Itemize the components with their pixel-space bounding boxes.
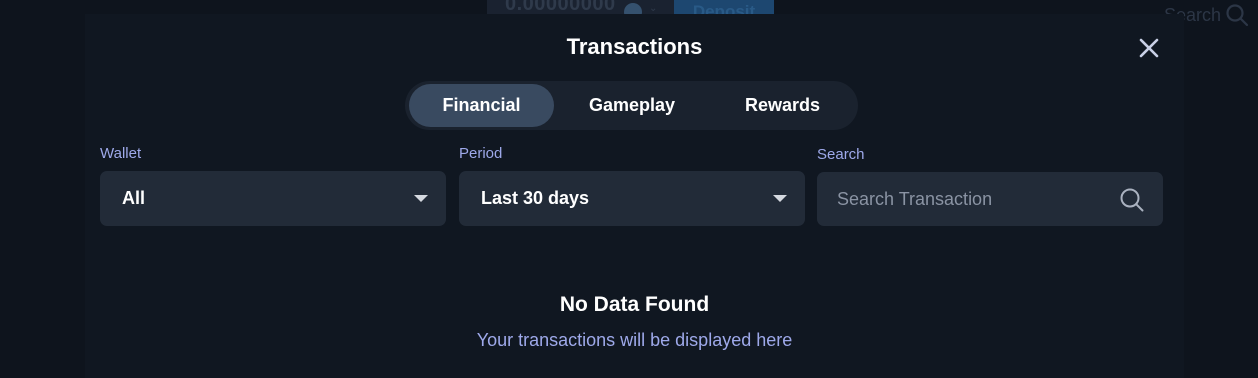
period-select-value: Last 30 days bbox=[481, 188, 590, 208]
empty-state-subtitle: Your transactions will be displayed here bbox=[476, 330, 793, 350]
deposit-button: Deposit bbox=[674, 0, 774, 14]
tab-gameplay[interactable]: Gameplay bbox=[557, 84, 707, 127]
close-button[interactable] bbox=[1137, 36, 1161, 60]
search-label: Search bbox=[817, 146, 865, 163]
period-label: Period bbox=[459, 145, 503, 162]
wallet-select[interactable]: All bbox=[100, 171, 446, 226]
search-input[interactable] bbox=[817, 172, 1127, 227]
coin-icon bbox=[624, 3, 642, 14]
empty-state-title: No Data Found bbox=[559, 293, 710, 316]
tab-financial[interactable]: Financial bbox=[409, 84, 554, 127]
balance-amount: 0.00000000 bbox=[505, 0, 616, 14]
wallet-select-value: All bbox=[122, 188, 146, 208]
caret-down-icon bbox=[414, 195, 428, 202]
search-box bbox=[817, 172, 1163, 227]
close-icon bbox=[1139, 38, 1159, 58]
period-select[interactable]: Last 30 days bbox=[459, 171, 805, 226]
tab-rewards[interactable]: Rewards bbox=[710, 84, 855, 127]
header-search-icon bbox=[1226, 4, 1249, 27]
caret-down-icon bbox=[773, 195, 787, 202]
wallet-label: Wallet bbox=[100, 145, 142, 162]
transaction-type-tabs: Financial Gameplay Rewards bbox=[405, 81, 858, 130]
chevron-down-icon: ⌄ bbox=[649, 3, 658, 14]
modal-title: Transactions bbox=[566, 34, 703, 59]
search-icon[interactable] bbox=[1119, 187, 1145, 213]
transactions-modal: Transactions Financial Gameplay Rewards … bbox=[85, 14, 1184, 378]
balance-bar: 0.00000000 ⌄ Deposit bbox=[487, 0, 774, 14]
